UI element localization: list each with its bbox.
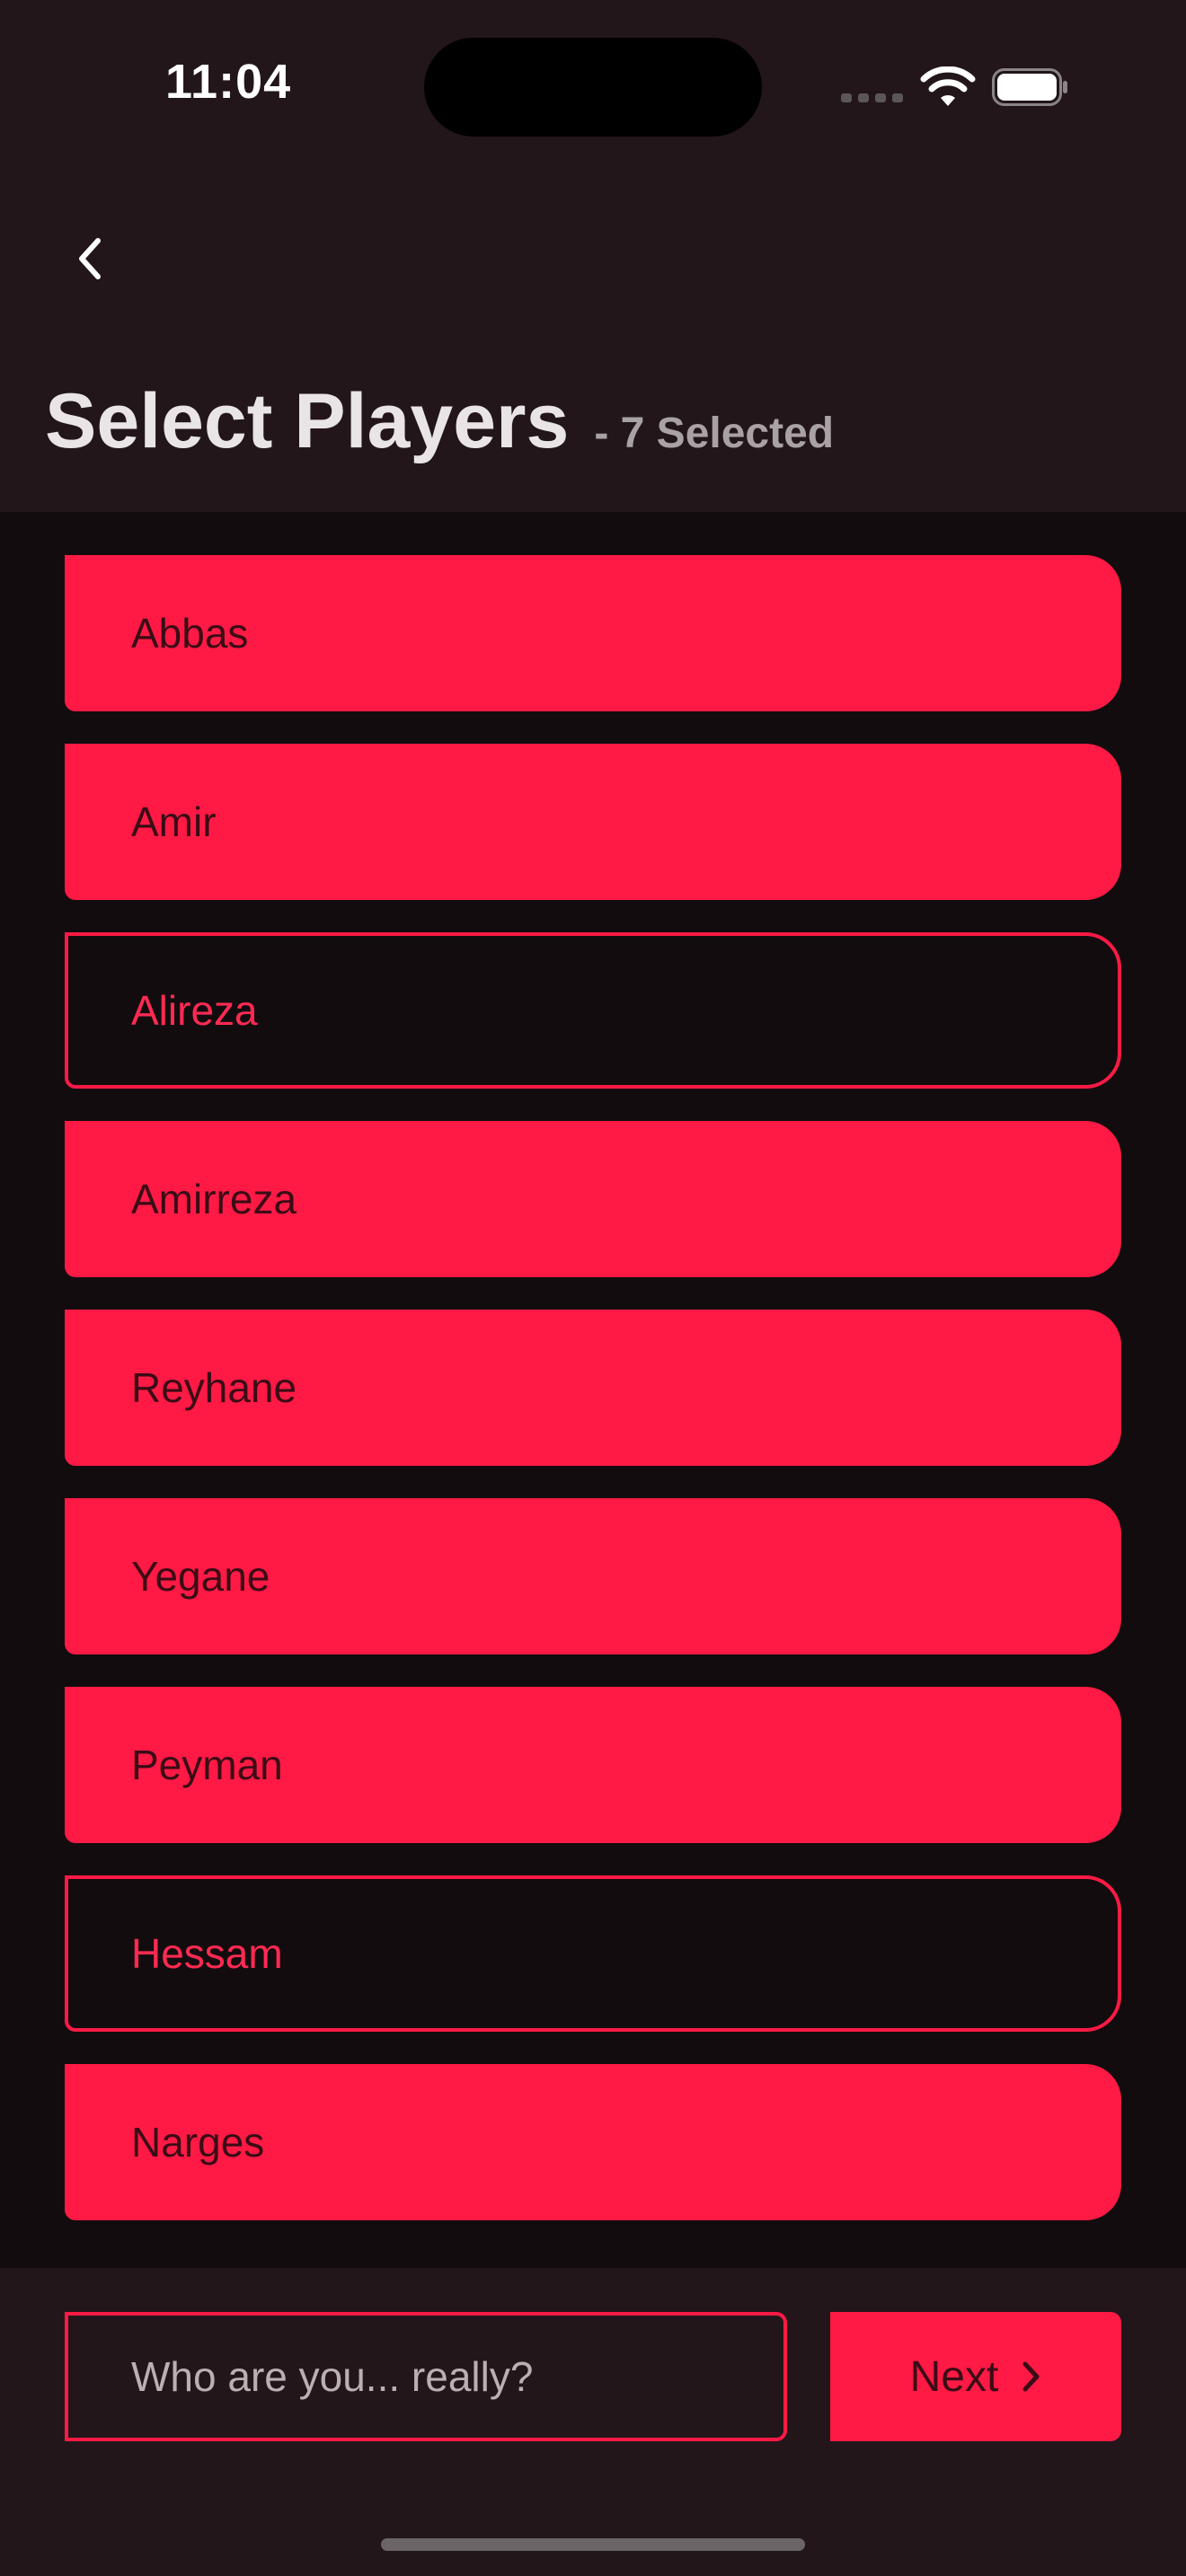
next-label: Next [909, 2352, 999, 2401]
player-item[interactable]: Yegane [65, 1498, 1121, 1654]
status-time: 11:04 [165, 55, 292, 109]
battery-icon [992, 68, 1067, 106]
player-item[interactable]: Narges [65, 2064, 1121, 2220]
player-item[interactable]: Alireza [65, 932, 1121, 1089]
player-item[interactable]: Peyman [65, 1687, 1121, 1843]
player-item[interactable]: Amirreza [65, 1121, 1121, 1277]
player-item[interactable]: Reyhane [65, 1310, 1121, 1466]
next-button[interactable]: Next [830, 2312, 1121, 2441]
wifi-icon [920, 66, 976, 106]
title-row: Select Players - 7 Selected [45, 377, 834, 466]
home-indicator [381, 2538, 805, 2551]
player-item[interactable]: Abbas [65, 555, 1121, 711]
player-item[interactable]: Amir [65, 744, 1121, 900]
player-item[interactable]: Hessam [65, 1875, 1121, 2032]
name-input[interactable] [65, 2312, 787, 2441]
player-list: Abbas Amir Alireza Amirreza Reyhane Yega… [65, 555, 1121, 2253]
back-button[interactable] [63, 225, 117, 293]
page-title: Select Players [45, 378, 570, 464]
cellular-signal-icon [841, 93, 903, 102]
dynamic-island [424, 38, 762, 137]
chevron-left-icon [79, 238, 101, 279]
chevron-right-icon [1022, 2361, 1040, 2392]
selected-count: - 7 Selected [594, 410, 835, 457]
